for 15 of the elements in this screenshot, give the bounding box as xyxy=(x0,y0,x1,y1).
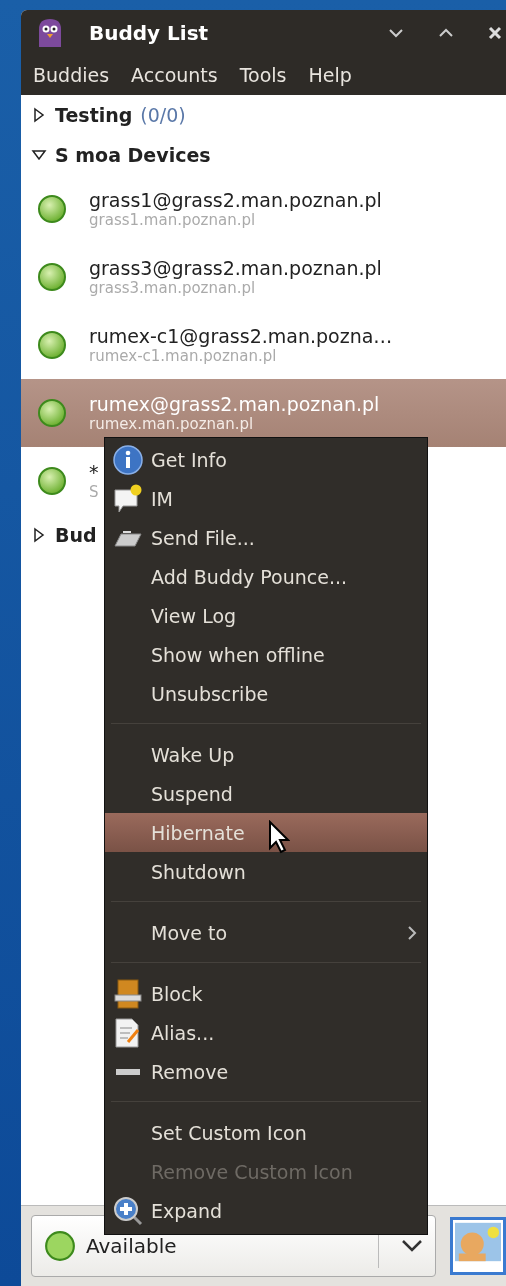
window-title: Buddy List xyxy=(89,20,209,45)
group-count: (0/0) xyxy=(140,104,186,126)
buddy-name: grass1@grass2.man.poznan.pl xyxy=(89,189,382,211)
buddy-name: grass3@grass2.man.poznan.pl xyxy=(89,257,382,279)
buddy-status: rumex-c1.man.poznan.pl xyxy=(89,347,278,365)
group-name: Testing xyxy=(55,104,133,126)
buddy-status: S xyxy=(89,483,99,501)
buddy-name: rumex-c1@grass2.man.pozna… xyxy=(89,325,393,347)
buddy-name: rumex@grass2.man.poznan.pl xyxy=(89,393,380,415)
group-name: Bud xyxy=(55,524,97,546)
buddy-status: grass1.man.poznan.pl xyxy=(89,211,257,229)
buddy-status: grass3.man.poznan.pl xyxy=(89,279,257,297)
buddy-status: rumex.man.poznan.pl xyxy=(89,415,255,433)
buddy-name: * xyxy=(89,461,99,483)
group-name: S moa Devices xyxy=(55,144,211,166)
